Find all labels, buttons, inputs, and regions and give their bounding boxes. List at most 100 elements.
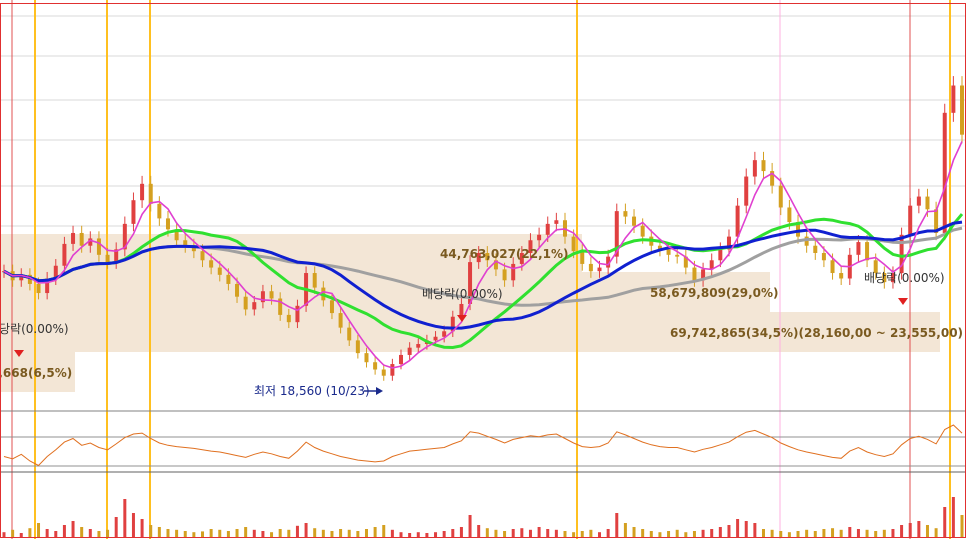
volume-bar — [744, 521, 748, 537]
volume-bar — [278, 529, 282, 537]
candle-body — [623, 211, 628, 217]
volume-label-4: 3,668(6,5%) — [0, 366, 72, 380]
candle-body — [545, 223, 550, 235]
volume-bar — [408, 533, 412, 537]
volume-bar — [45, 529, 49, 537]
volume-bar — [692, 531, 696, 537]
candle-body — [79, 232, 84, 246]
candle-body — [226, 274, 231, 284]
candle-body — [554, 220, 559, 224]
volume-bar — [313, 528, 317, 537]
candle-body — [787, 207, 792, 223]
volume-bar — [546, 529, 550, 537]
volume-bar — [943, 507, 947, 537]
candle-body — [537, 234, 542, 241]
volume-bar — [934, 528, 938, 537]
candle-body — [252, 302, 257, 310]
candle-body — [347, 327, 352, 341]
volume-bar — [813, 531, 817, 537]
candle-body — [778, 185, 783, 208]
candle-body — [36, 283, 41, 294]
volume-bar — [19, 533, 23, 537]
volume-bar — [787, 532, 791, 537]
volume-bar — [364, 529, 368, 537]
volume-bar — [477, 525, 481, 537]
candle-body — [856, 242, 861, 255]
candle-body — [235, 283, 240, 297]
candle-body — [813, 245, 818, 253]
candle-body — [925, 196, 930, 210]
volume-bar — [822, 529, 826, 537]
svg-text:배당락(0.00%): 배당락(0.00%) — [0, 322, 69, 336]
volume-bar — [37, 523, 41, 537]
volume-bar — [727, 525, 731, 537]
volume-bar — [235, 529, 239, 537]
volume-bar — [753, 523, 757, 537]
volume-bar — [710, 529, 714, 537]
volume-bar — [252, 529, 256, 537]
volume-bar — [321, 529, 325, 537]
volume-bar — [641, 529, 645, 537]
volume-bar — [623, 523, 627, 537]
volume-bar — [114, 517, 118, 537]
volume-bar — [589, 529, 593, 537]
volume-bar — [891, 529, 895, 537]
volume-bar — [511, 529, 515, 537]
candle-body — [96, 238, 101, 255]
volume-bar — [658, 532, 662, 537]
volume-bar — [520, 528, 524, 537]
volume-bar — [856, 529, 860, 537]
volume-bar — [494, 529, 498, 537]
volume-bar — [761, 529, 765, 537]
volume-bar — [908, 523, 912, 537]
volume-bar — [97, 531, 101, 537]
candle-body — [243, 296, 248, 310]
volume-bar — [123, 499, 127, 537]
volume-bar — [80, 527, 84, 537]
volume-bar — [218, 529, 222, 537]
stock-chart: 44,763,027(22,1%) 58,679,809(29,0%) 69,7… — [0, 0, 966, 539]
candle-body — [269, 291, 274, 299]
volume-bar — [468, 515, 472, 537]
volume-bar — [701, 529, 705, 537]
volume-bar — [373, 527, 377, 537]
volume-bar — [166, 529, 170, 537]
candle-body — [839, 273, 844, 279]
candle-body — [640, 225, 645, 237]
volume-bar — [106, 529, 110, 537]
volume-label-2: 58,679,809(29,0%) — [650, 286, 779, 300]
candle-body — [338, 313, 343, 328]
candle-body — [217, 267, 222, 275]
volume-bar — [554, 529, 558, 537]
low-price-marker: 최저 18,560 (10/23) — [254, 384, 383, 398]
volume-bar — [192, 532, 196, 537]
volume-bar — [149, 525, 153, 537]
candle-body — [105, 254, 110, 263]
candle-body — [666, 249, 671, 255]
candle-body — [62, 243, 67, 266]
candle-body — [157, 203, 162, 219]
candle-body — [744, 176, 749, 206]
candle-body — [200, 251, 205, 261]
candle-body — [209, 260, 214, 268]
candle-body — [381, 369, 386, 376]
volume-bar — [287, 529, 291, 537]
candle-body — [761, 160, 766, 172]
volume-bar — [951, 497, 955, 537]
volume-bar — [88, 529, 92, 537]
volume-bar — [304, 523, 308, 537]
candle-body — [183, 240, 188, 246]
candle-body — [511, 263, 516, 281]
candle-body — [571, 236, 576, 252]
candle-body — [165, 218, 170, 230]
candle-body — [951, 85, 956, 113]
volume-bar — [140, 519, 144, 537]
candle-body — [942, 112, 947, 233]
volume-bar — [805, 529, 809, 537]
volume-bar — [451, 529, 455, 537]
volume-bar — [848, 527, 852, 537]
candle-body — [821, 253, 826, 261]
volume-bar — [874, 531, 878, 537]
candle-body — [597, 267, 602, 272]
candle-body — [295, 305, 300, 323]
